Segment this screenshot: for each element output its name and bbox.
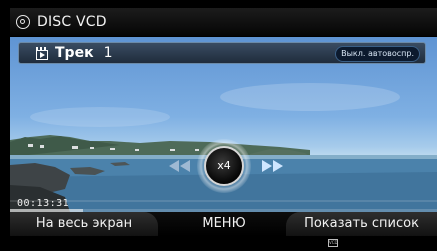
playback-speed-button[interactable]: x4 [204,146,244,186]
track-label: Трек [55,45,94,61]
rewind-icon[interactable] [166,158,194,174]
vcd-logo-icon: VCD [328,239,338,247]
track-number: 1 [103,45,113,61]
show-list-button[interactable]: Показать список [286,212,437,236]
vcd-player-screen: DISC VCD Трек 1 Выкл. автовоспр. x4 00:1… [0,0,437,251]
window-title: DISC VCD [37,14,107,30]
track-info-bar: Трек 1 Выкл. автовоспр. [18,42,426,64]
video-scene [10,83,437,236]
bottom-menu-bar: На весь экран МЕНЮ Показать список [10,212,437,236]
fullscreen-button[interactable]: На весь экран [10,212,158,236]
fast-forward-icon[interactable] [258,158,286,174]
autoplay-toggle[interactable]: Выкл. автовоспр. [335,46,420,62]
disc-icon [16,15,30,29]
elapsed-time: 00:13:31 [17,198,70,209]
film-clapper-icon [36,46,48,60]
menu-button[interactable]: МЕНЮ [170,212,278,236]
video-frame[interactable] [10,37,437,236]
title-bar: DISC VCD [10,8,437,36]
